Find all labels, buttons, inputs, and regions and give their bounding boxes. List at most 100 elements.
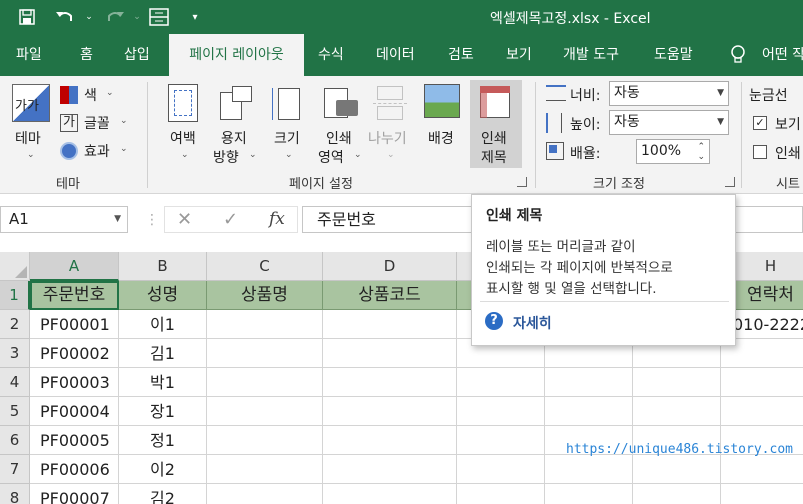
height-dropdown-icon[interactable]: ▼ (717, 111, 724, 134)
table-cell[interactable] (323, 397, 457, 426)
margins-button[interactable]: 여백 (170, 128, 196, 148)
effects-button[interactable]: 효과 (84, 141, 110, 161)
colors-dropdown-icon[interactable]: ⌄ (106, 88, 114, 98)
theme-icon[interactable]: 가가 (12, 84, 50, 122)
table-cell[interactable] (207, 397, 323, 426)
table-cell[interactable] (545, 397, 633, 426)
select-all-button[interactable] (0, 252, 30, 281)
print-titles-label-2[interactable]: 제목 (481, 147, 507, 167)
table-cell[interactable] (633, 455, 721, 484)
table-cell[interactable]: 이1 (119, 310, 207, 339)
table-cell[interactable] (545, 368, 633, 397)
gridlines-view-checkbox[interactable]: ✓ (753, 116, 767, 130)
table-cell[interactable] (323, 339, 457, 368)
help-icon[interactable]: ? (485, 312, 503, 330)
cancel-icon[interactable]: ✕ (177, 209, 192, 230)
tab-developer[interactable]: 개발 도구 (563, 34, 619, 76)
table-cell[interactable] (721, 455, 803, 484)
colors-button[interactable]: 색 (84, 85, 97, 105)
print-titles-icon[interactable] (478, 84, 514, 120)
table-cell[interactable]: PF00001 (30, 310, 119, 339)
table-cell[interactable]: 이2 (119, 455, 207, 484)
column-header-c[interactable]: C (207, 252, 323, 281)
row-header-2[interactable]: 2 (0, 310, 30, 339)
table-cell[interactable] (633, 484, 721, 504)
redo-dropdown-icon[interactable]: ⌄ (126, 6, 148, 28)
scale-dialog-launcher-icon[interactable] (725, 177, 735, 187)
table-cell[interactable] (721, 397, 803, 426)
themes-dropdown-icon[interactable]: ⌄ (27, 150, 35, 160)
size-icon[interactable] (272, 84, 302, 122)
tab-home[interactable]: 홈 (80, 34, 93, 76)
header-cell[interactable]: 성명 (119, 281, 207, 310)
tab-file[interactable]: 파일 (16, 34, 42, 76)
table-cell[interactable]: 박1 (119, 368, 207, 397)
table-cell[interactable] (207, 455, 323, 484)
tell-me-search[interactable]: 어떤 작 (762, 34, 803, 76)
row-header-5[interactable]: 5 (0, 397, 30, 426)
table-cell[interactable] (633, 368, 721, 397)
table-cell[interactable]: PF00006 (30, 455, 119, 484)
table-cell[interactable]: 김1 (119, 339, 207, 368)
enter-icon[interactable]: ✓ (223, 209, 238, 230)
width-select[interactable]: 자동 ▼ (609, 81, 729, 106)
print-titles-label-1[interactable]: 인쇄 (481, 128, 507, 148)
height-select[interactable]: 자동 ▼ (609, 110, 729, 135)
orientation-label-2[interactable]: 방향 (213, 147, 239, 167)
table-cell[interactable]: PF00002 (30, 339, 119, 368)
print-area-label-1[interactable]: 인쇄 (326, 128, 352, 148)
scale-spin-icon[interactable]: ⌃ ⌄ (697, 142, 705, 162)
header-cell[interactable]: 주문번호 (30, 281, 119, 310)
row-header-4[interactable]: 4 (0, 368, 30, 397)
table-cell[interactable] (457, 455, 545, 484)
row-header-7[interactable]: 7 (0, 455, 30, 484)
table-cell[interactable]: PF00003 (30, 368, 119, 397)
name-box-dropdown-icon[interactable]: ▼ (114, 207, 121, 232)
breaks-dropdown-icon[interactable]: ⌄ (387, 150, 395, 160)
colors-icon[interactable] (60, 86, 78, 104)
print-area-icon[interactable] (322, 84, 360, 122)
table-cell[interactable] (323, 426, 457, 455)
table-cell[interactable]: 장1 (119, 397, 207, 426)
table-cell[interactable] (207, 339, 323, 368)
table-cell[interactable]: PF00004 (30, 397, 119, 426)
margins-icon[interactable] (168, 84, 198, 122)
table-cell[interactable]: PF00007 (30, 484, 119, 504)
table-cell[interactable] (207, 310, 323, 339)
background-icon[interactable] (424, 84, 460, 118)
tell-me-more-link[interactable]: 자세히 (513, 313, 552, 333)
header-cell[interactable]: 상품코드 (323, 281, 457, 310)
table-cell[interactable] (545, 484, 633, 504)
column-header-a[interactable]: A (30, 252, 119, 281)
scale-spinner[interactable]: 100% ⌃ ⌄ (636, 139, 710, 164)
fonts-icon[interactable]: 가 (60, 114, 78, 132)
table-cell[interactable] (207, 426, 323, 455)
tab-data[interactable]: 데이터 (376, 34, 415, 76)
table-cell[interactable] (721, 368, 803, 397)
redo-icon[interactable] (104, 6, 126, 28)
table-cell[interactable] (323, 484, 457, 504)
table-cell[interactable]: 정1 (119, 426, 207, 455)
undo-dropdown-icon[interactable]: ⌄ (78, 6, 100, 28)
tab-formulas[interactable]: 수식 (318, 34, 344, 76)
row-header-1[interactable]: 1 (0, 281, 30, 310)
table-cell[interactable]: 김2 (119, 484, 207, 504)
table-cell[interactable] (457, 368, 545, 397)
size-dropdown-icon[interactable]: ⌄ (285, 150, 293, 160)
orientation-label-1[interactable]: 용지 (221, 128, 247, 148)
page-break-preview-icon[interactable] (148, 6, 170, 28)
tab-help[interactable]: 도움말 (654, 34, 693, 76)
table-cell[interactable] (323, 455, 457, 484)
save-icon[interactable] (16, 6, 38, 28)
name-box[interactable]: A1 ▼ (0, 206, 128, 233)
effects-dropdown-icon[interactable]: ⌄ (120, 144, 128, 154)
table-cell[interactable] (457, 426, 545, 455)
orientation-dropdown-icon[interactable]: ⌄ (249, 150, 257, 160)
breaks-icon[interactable] (373, 84, 407, 122)
customize-icon[interactable]: ▾ (184, 6, 206, 28)
background-button[interactable]: 배경 (428, 128, 454, 148)
themes-button[interactable]: 테마 (15, 128, 41, 148)
print-area-label-2[interactable]: 영역 (318, 147, 344, 167)
size-button[interactable]: 크기 (274, 128, 300, 148)
row-header-8[interactable]: 8 (0, 484, 30, 504)
